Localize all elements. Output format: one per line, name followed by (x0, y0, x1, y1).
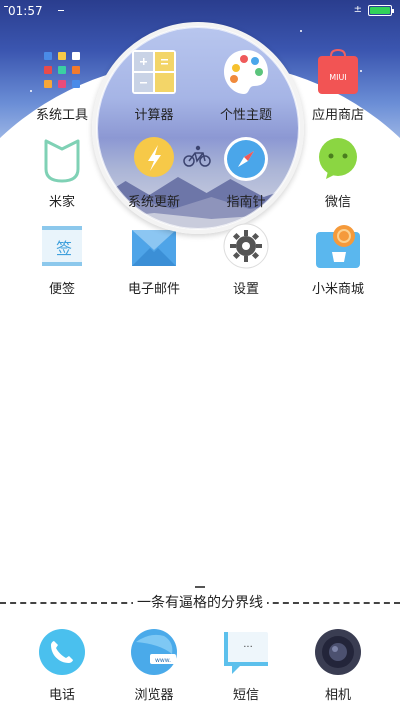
settings-icon (222, 222, 270, 270)
browser-icon: www. (130, 628, 178, 676)
divider-text-wrap: 一条有逼格的分界线 (0, 592, 400, 612)
app-label: 指南针 (226, 195, 266, 210)
page-indicator (195, 586, 205, 588)
app-label: 便签 (48, 282, 75, 297)
dock-camera[interactable]: 相机 (293, 628, 383, 703)
sms-icon: ··· (222, 628, 270, 676)
mi-store-icon (314, 222, 362, 270)
status-bar: 01:57 ± (0, 0, 400, 22)
dock-sms[interactable]: ··· 短信 (201, 628, 291, 703)
star (300, 30, 302, 32)
app-label: 电话 (48, 688, 75, 703)
app-store-icon: MIUI (314, 48, 362, 96)
app-label: 短信 (232, 688, 259, 703)
app-label: 相机 (324, 688, 351, 703)
app-compass[interactable]: 指南针 (201, 135, 291, 210)
app-settings[interactable]: 设置 (201, 222, 291, 297)
palette-icon (222, 48, 270, 96)
app-system-update[interactable]: 系统更新 (109, 135, 199, 210)
app-label: 电子邮件 (127, 282, 180, 297)
app-themes[interactable]: 个性主题 (201, 48, 291, 123)
app-label: 微信 (324, 195, 351, 210)
divider: 一条有逼格的分界线 (0, 592, 400, 612)
app-label: 应用商店 (311, 108, 364, 123)
dock-phone[interactable]: 电话 (17, 628, 107, 703)
app-calculator[interactable]: 计算器 (109, 48, 199, 123)
app-label: 浏览器 (134, 688, 174, 703)
app-label: 设置 (232, 282, 259, 297)
sms-text: ··· (243, 642, 253, 653)
app-label: 个性主题 (219, 108, 272, 123)
camera-icon (314, 628, 362, 676)
battery-nub (392, 9, 394, 13)
app-app-store[interactable]: MIUI 应用商店 (293, 48, 383, 123)
mijia-icon (38, 135, 86, 183)
app-label: 小米商城 (311, 282, 364, 297)
app-label: 计算器 (134, 108, 174, 123)
browser-text: www. (155, 657, 171, 664)
status-dash-icon (58, 10, 64, 11)
network-indicator: ± (353, 4, 362, 15)
app-store-text: MIUI (329, 73, 346, 82)
app-notes[interactable]: 签 便签 (17, 222, 107, 297)
phone-icon (38, 628, 86, 676)
compass-icon (222, 135, 270, 183)
dock-browser[interactable]: www. 浏览器 (109, 628, 199, 703)
divider-text: 一条有逼格的分界线 (133, 595, 267, 611)
calculator-icon (130, 48, 178, 96)
app-label: 系统更新 (127, 195, 180, 210)
system-update-icon (130, 135, 178, 183)
notes-text: 签 (56, 239, 72, 258)
wechat-icon (314, 135, 362, 183)
status-time: 01:57 (8, 4, 43, 18)
app-wechat[interactable]: 微信 (293, 135, 383, 210)
folder-icon (38, 48, 86, 96)
app-mi-store[interactable]: 小米商城 (293, 222, 383, 297)
app-label: 米家 (48, 195, 75, 210)
battery-fill (370, 7, 390, 14)
battery-icon (368, 5, 394, 16)
notes-icon: 签 (38, 222, 86, 270)
